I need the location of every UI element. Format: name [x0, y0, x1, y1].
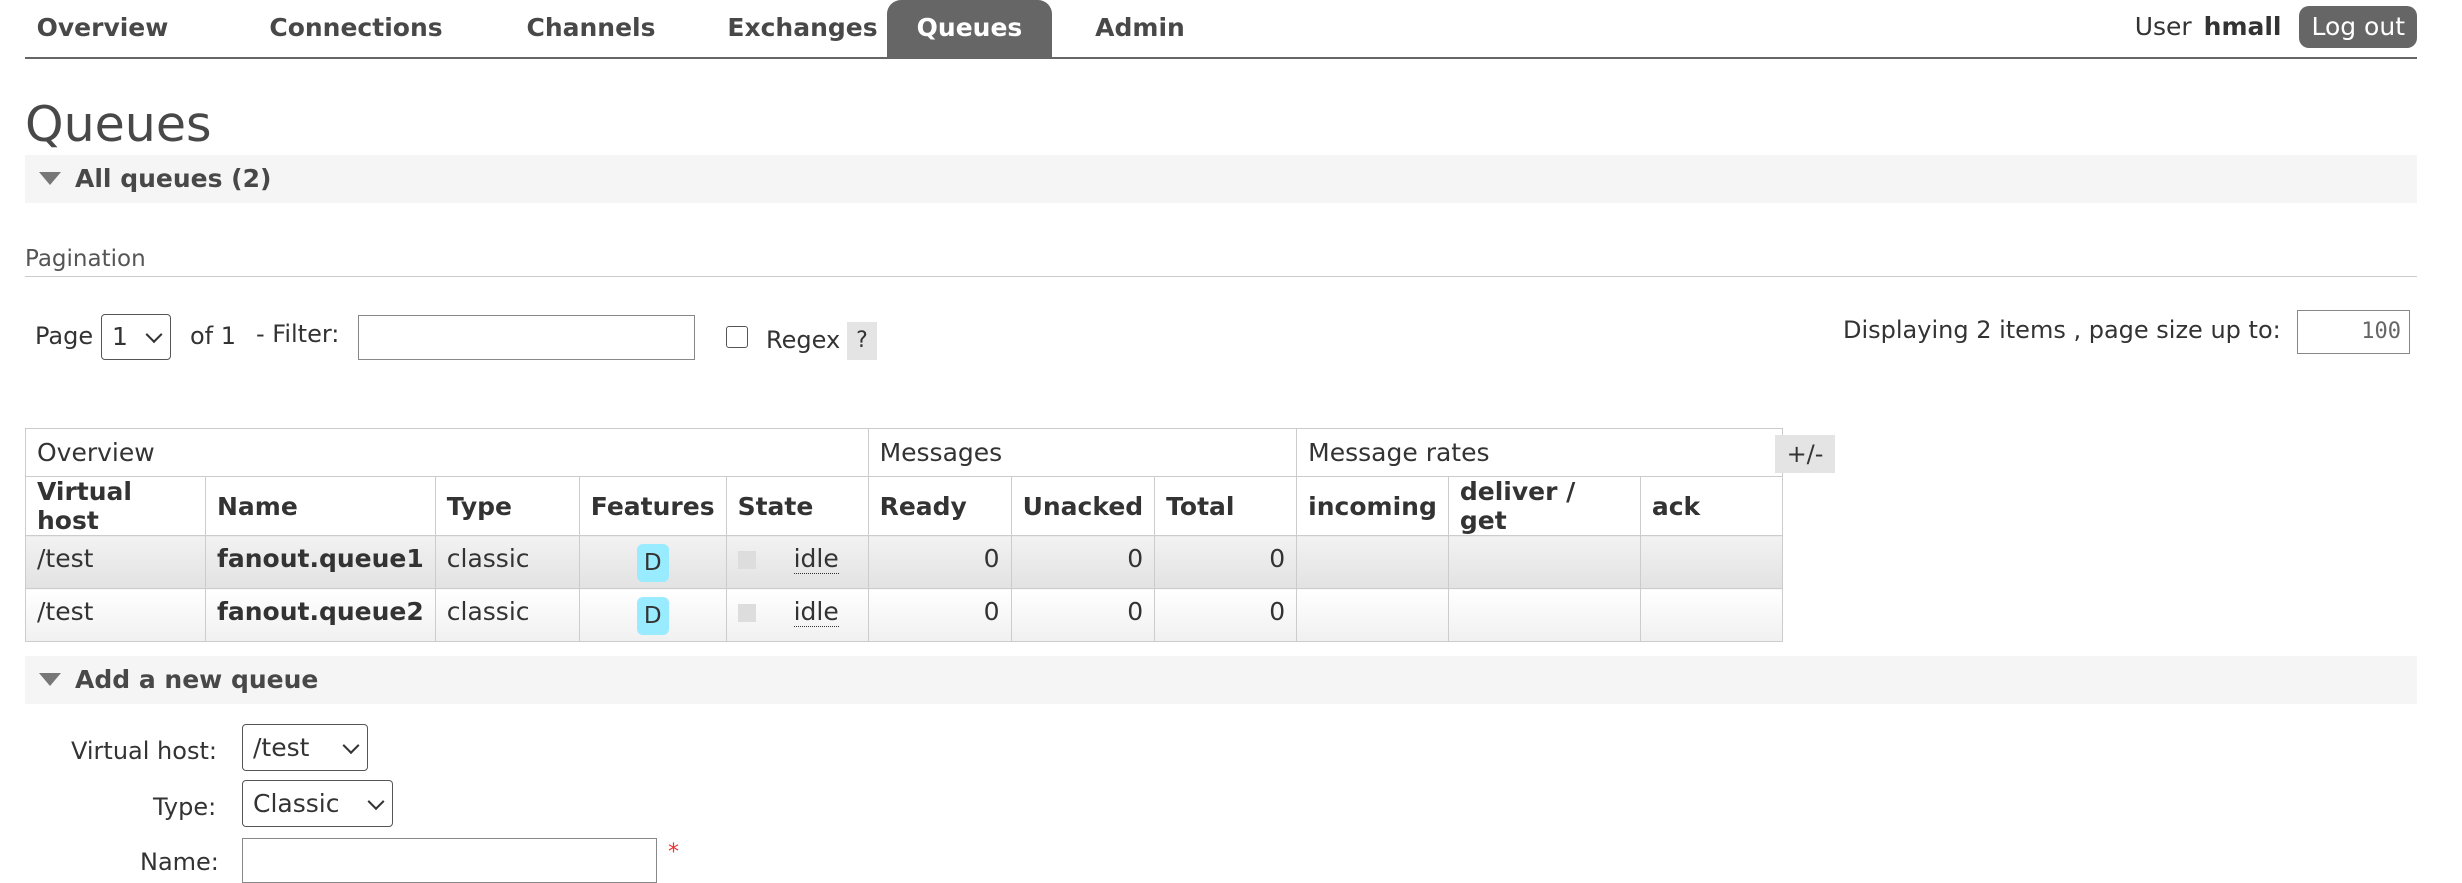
cell-deliver-get — [1447, 535, 1641, 589]
cell-ready: 0 — [867, 588, 1012, 642]
all-queues-section-header[interactable]: All queues (2) — [25, 155, 2417, 203]
type-select-value: Classic — [253, 789, 340, 818]
regex-checkbox[interactable] — [726, 326, 748, 348]
regex-label: Regex — [766, 326, 841, 354]
pagination-heading: Pagination — [25, 242, 2417, 277]
cell-features: D — [578, 588, 727, 642]
nav-tab-channels[interactable]: Channels — [497, 0, 685, 57]
nav-tab-queues[interactable]: Queues — [887, 0, 1052, 57]
top-navigation: Overview Connections Channels Exchanges … — [25, 0, 2417, 59]
group-header-messages: Messages — [867, 428, 1298, 477]
of-pages-label: of 1 — [190, 322, 237, 350]
nav-tab-connections[interactable]: Connections — [245, 0, 467, 57]
cell-unacked: 0 — [1010, 588, 1156, 642]
nav-tab-admin[interactable]: Admin — [1075, 0, 1205, 57]
regex-help-button[interactable]: ? — [847, 322, 877, 360]
table-row[interactable]: /test fanout.queue2 classic D idle 0 0 0 — [25, 588, 1783, 642]
cell-total: 0 — [1154, 535, 1298, 589]
cell-incoming — [1296, 535, 1449, 589]
type-label: Type: — [153, 793, 217, 821]
name-label: Name: — [140, 848, 219, 876]
required-marker: * — [668, 840, 679, 865]
group-header-overview: Overview — [25, 428, 869, 477]
chevron-down-icon — [145, 326, 163, 344]
user-info: User hmall Log out — [2135, 5, 2417, 49]
filter-label: - Filter: — [256, 320, 340, 348]
cell-ready: 0 — [867, 535, 1012, 589]
durable-badge: D — [636, 544, 669, 582]
collapse-triangle-icon — [39, 172, 61, 185]
state-text: idle — [793, 544, 839, 574]
cell-type: classic — [434, 588, 580, 642]
logout-button[interactable]: Log out — [2299, 6, 2417, 48]
column-header-ready[interactable]: Ready — [867, 476, 1012, 536]
column-header-total[interactable]: Total — [1154, 476, 1298, 536]
state-indicator-icon — [737, 551, 756, 569]
state-text: idle — [793, 597, 839, 627]
queue-name-input[interactable] — [242, 838, 657, 883]
queue-name-link[interactable]: fanout.queue2 — [205, 588, 436, 642]
type-select[interactable]: Classic — [242, 780, 393, 827]
column-header-incoming[interactable]: incoming — [1296, 476, 1449, 536]
state-indicator-icon — [737, 604, 756, 622]
cell-state: idle — [725, 535, 869, 589]
queues-table: Overview Messages Message rates Virtual … — [25, 428, 1783, 642]
cell-total: 0 — [1154, 588, 1298, 642]
cell-virtual-host: /test — [25, 588, 206, 642]
page-title: Queues — [25, 96, 212, 153]
user-name: hmall — [2203, 12, 2282, 41]
column-header-state[interactable]: State — [725, 476, 869, 536]
cell-deliver-get — [1447, 588, 1641, 642]
cell-incoming — [1296, 588, 1449, 642]
page-select[interactable]: 1 — [101, 314, 171, 360]
filter-input[interactable] — [358, 315, 695, 360]
column-header-ack[interactable]: ack — [1639, 476, 1783, 536]
vhost-label: Virtual host: — [71, 737, 217, 765]
column-header-type[interactable]: Type — [434, 476, 580, 536]
column-header-features[interactable]: Features — [578, 476, 727, 536]
collapse-triangle-icon — [39, 673, 61, 686]
table-row[interactable]: /test fanout.queue1 classic D idle 0 0 0 — [25, 535, 1783, 589]
user-label: User — [2134, 12, 2192, 41]
page-label: Page — [35, 322, 94, 350]
cell-unacked: 0 — [1010, 535, 1156, 589]
vhost-select-value: /test — [253, 733, 310, 762]
chevron-down-icon — [342, 736, 360, 754]
cell-type: classic — [434, 535, 580, 589]
cell-state: idle — [725, 588, 869, 642]
column-header-name[interactable]: Name — [205, 476, 436, 536]
add-queue-title: Add a new queue — [75, 665, 319, 694]
column-header-deliver-get[interactable]: deliver / get — [1447, 476, 1641, 536]
column-header-unacked[interactable]: Unacked — [1010, 476, 1156, 536]
chevron-down-icon — [367, 792, 385, 810]
column-header-virtual-host[interactable]: Virtual host — [25, 476, 206, 536]
cell-ack — [1639, 588, 1783, 642]
nav-tab-exchanges[interactable]: Exchanges — [695, 0, 910, 57]
all-queues-title: All queues (2) — [75, 164, 272, 193]
displaying-items-label: Displaying 2 items , page size up to: — [1843, 316, 2281, 344]
page-size-input[interactable]: 100 — [2297, 310, 2410, 354]
page-select-value: 1 — [112, 322, 128, 351]
nav-tab-overview[interactable]: Overview — [25, 0, 180, 57]
cell-virtual-host: /test — [25, 535, 206, 589]
group-header-message-rates: Message rates — [1296, 428, 1783, 477]
column-toggle-button[interactable]: +/- — [1775, 435, 1835, 473]
vhost-select[interactable]: /test — [242, 724, 368, 771]
cell-ack — [1639, 535, 1783, 589]
durable-badge: D — [636, 597, 669, 635]
cell-features: D — [578, 535, 727, 589]
add-queue-section-header[interactable]: Add a new queue — [25, 656, 2417, 704]
queue-name-link[interactable]: fanout.queue1 — [205, 535, 436, 589]
